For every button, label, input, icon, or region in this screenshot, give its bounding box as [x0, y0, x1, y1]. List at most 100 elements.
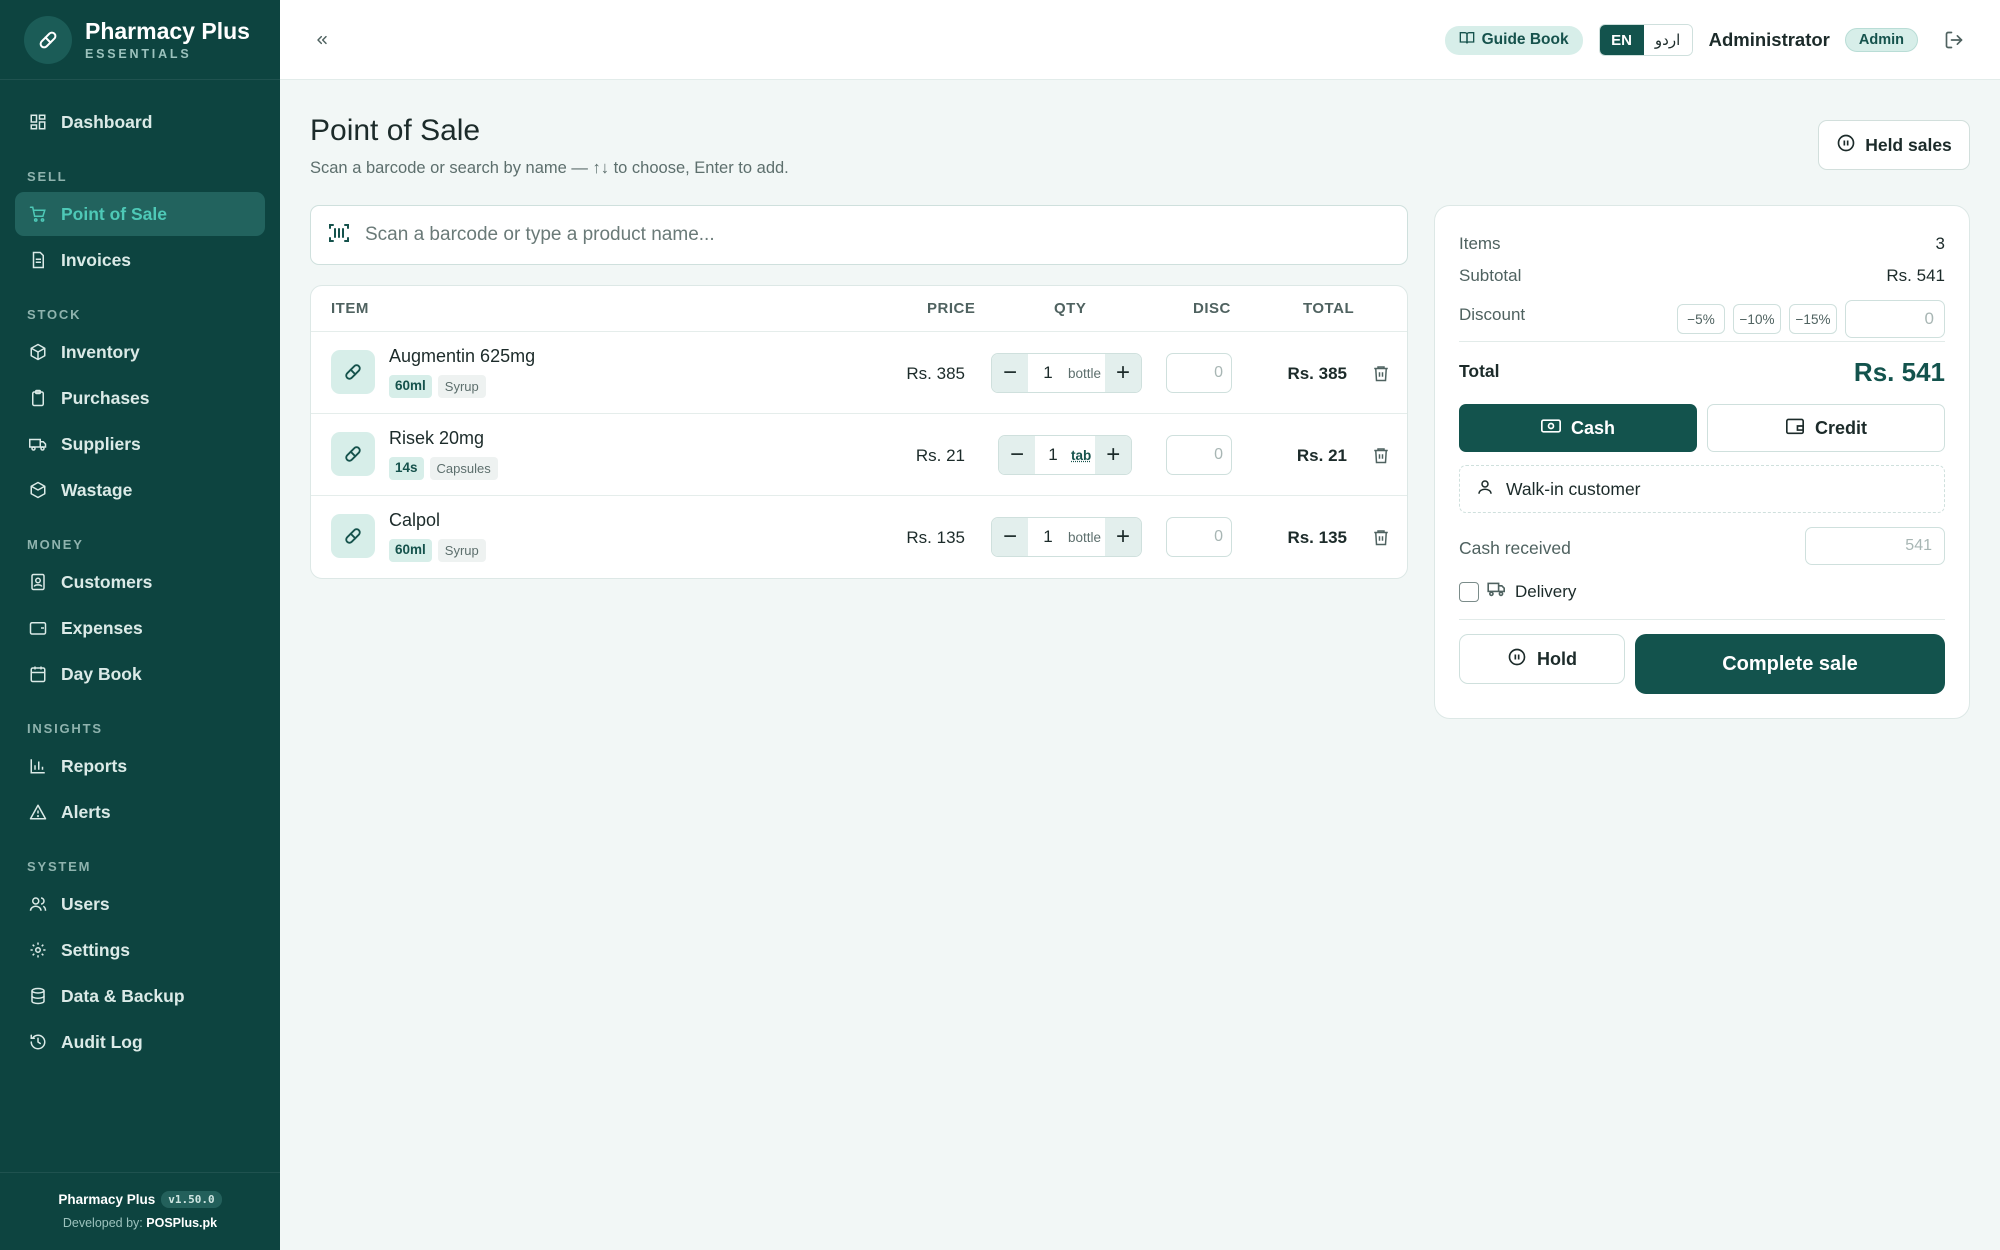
total-label: Total — [1459, 361, 1500, 381]
collapse-sidebar-icon[interactable] — [310, 28, 334, 52]
form-tag: Syrup — [437, 375, 486, 398]
sidebar-item-data-backup[interactable]: Data & Backup — [15, 974, 265, 1018]
sidebar-item-audit-log[interactable]: Audit Log — [15, 1020, 265, 1064]
sidebar-item-reports[interactable]: Reports — [15, 744, 265, 788]
logout-icon[interactable] — [1943, 29, 1965, 51]
guide-book-label: Guide Book — [1481, 31, 1569, 48]
search-input[interactable] — [365, 224, 1365, 246]
product-name: Risek 20mg — [389, 428, 485, 448]
complete-sale-button[interactable]: Complete sale — [1635, 634, 1945, 694]
header-price: PRICE — [927, 300, 976, 317]
sidebar-item-customers[interactable]: Customers — [15, 560, 265, 604]
hold-button[interactable]: Hold — [1459, 634, 1625, 684]
quantity-stepper: − 1 bottle + — [991, 517, 1143, 557]
qty-value[interactable]: 1 — [1028, 354, 1068, 392]
users-icon — [28, 894, 48, 914]
trash-icon[interactable] — [1369, 361, 1393, 385]
nav-section-stock: STOCK — [27, 307, 82, 322]
row-total: Rs. 21 — [1296, 446, 1347, 465]
cash-payment-button[interactable]: Cash — [1459, 404, 1697, 452]
header-item: ITEM — [331, 300, 369, 317]
sidebar-item-invoices[interactable]: Invoices — [15, 238, 265, 282]
cash-label: Cash — [1570, 417, 1615, 438]
decrease-qty-button[interactable]: − — [992, 354, 1028, 392]
customer-selector[interactable]: Walk-in customer — [1459, 465, 1945, 513]
nav-section-sell: SELL — [27, 169, 68, 184]
increase-qty-button[interactable]: + — [1105, 354, 1142, 392]
role-badge: Admin — [1844, 28, 1918, 52]
sidebar-item-expenses[interactable]: Expenses — [15, 606, 265, 650]
lang-ur-button[interactable]: اردو — [1643, 25, 1692, 55]
brand[interactable]: Pharmacy Plus ESSENTIALS — [0, 0, 280, 80]
wallet-icon — [1785, 417, 1805, 440]
qty-value[interactable]: 1 — [1035, 436, 1071, 474]
calendar-icon — [28, 664, 48, 684]
warning-icon — [28, 802, 48, 822]
subtotal-label: Subtotal — [1459, 266, 1522, 285]
delivery-toggle[interactable]: Delivery — [1459, 581, 1576, 602]
sidebar-item-day-book[interactable]: Day Book — [15, 652, 265, 696]
sidebar-item-point-of-sale[interactable]: Point of Sale — [15, 192, 265, 236]
sidebar-item-label: Day Book — [61, 663, 142, 684]
sidebar-item-purchases[interactable]: Purchases — [15, 376, 265, 420]
cart-header: ITEM PRICE QTY DISC TOTAL — [311, 286, 1407, 332]
cart-icon — [28, 204, 48, 224]
sidebar-item-users[interactable]: Users — [15, 882, 265, 926]
pause-circle-icon — [1836, 133, 1856, 158]
delivery-checkbox[interactable] — [1459, 581, 1479, 602]
sidebar-item-dashboard[interactable]: Dashboard — [15, 100, 265, 144]
sidebar-item-suppliers[interactable]: Suppliers — [15, 422, 265, 466]
sidebar-item-label: Wastage — [61, 479, 133, 500]
qty-unit[interactable]: tab — [1071, 436, 1095, 474]
guide-book-button[interactable]: Guide Book — [1444, 25, 1583, 55]
bill-discount-input[interactable]: 0 — [1845, 300, 1945, 338]
sidebar-item-settings[interactable]: Settings — [15, 928, 265, 972]
footer-app-name: Pharmacy Plus — [58, 1192, 156, 1207]
lang-en-button[interactable]: EN — [1599, 25, 1644, 55]
topbar: Guide Book EN اردو Administrator Admin — [280, 0, 2000, 80]
sidebar-item-label: Settings — [61, 939, 131, 960]
discount-5-chip[interactable]: −5% — [1677, 304, 1725, 334]
discount-input[interactable]: 0 — [1166, 353, 1232, 393]
held-sales-button[interactable]: Held sales — [1818, 120, 1970, 170]
footer-dev-link[interactable]: POSPlus.pk — [146, 1216, 217, 1230]
cash-received-input[interactable]: 541 — [1805, 527, 1945, 565]
barcode-scan-icon — [327, 221, 351, 250]
row-total: Rs. 385 — [1287, 364, 1347, 383]
increase-qty-button[interactable]: + — [1105, 518, 1142, 556]
decrease-qty-button[interactable]: − — [992, 518, 1028, 556]
trash-icon[interactable] — [1369, 443, 1393, 467]
row-price: Rs. 21 — [915, 446, 965, 465]
sidebar-item-inventory[interactable]: Inventory — [15, 330, 265, 374]
header-disc: DISC — [1193, 300, 1231, 317]
sidebar-item-label: Data & Backup — [61, 985, 185, 1006]
customer-label: Walk-in customer — [1506, 478, 1641, 499]
discount-15-chip[interactable]: −15% — [1789, 304, 1837, 334]
sidebar-item-wastage[interactable]: Wastage — [15, 468, 265, 512]
sidebar-item-alerts[interactable]: Alerts — [15, 790, 265, 834]
decrease-qty-button[interactable]: − — [999, 436, 1035, 474]
pause-circle-icon — [1507, 647, 1527, 672]
sidebar-item-label: Users — [61, 893, 110, 914]
sidebar-item-label: Inventory — [61, 341, 140, 362]
discount-input[interactable]: 0 — [1166, 517, 1232, 557]
divider — [1459, 341, 1945, 342]
pill-logo-icon — [24, 15, 72, 64]
form-tag: Syrup — [437, 539, 486, 562]
increase-qty-button[interactable]: + — [1095, 436, 1132, 474]
qty-unit: bottle — [1068, 365, 1102, 381]
quantity-stepper: − 1 tab + — [998, 435, 1133, 475]
discount-label: Discount — [1459, 305, 1526, 324]
truck-icon — [1487, 581, 1507, 602]
sidebar-item-label: Suppliers — [61, 433, 141, 454]
trash-icon[interactable] — [1369, 525, 1393, 549]
user-icon — [1476, 478, 1494, 501]
qty-unit: bottle — [1068, 529, 1102, 545]
subtotal-value: Rs. 541 — [1886, 266, 1945, 285]
sidebar: Pharmacy Plus ESSENTIALS Dashboard SELL … — [0, 0, 280, 1250]
row-price: Rs. 135 — [906, 528, 965, 547]
qty-value[interactable]: 1 — [1028, 518, 1068, 556]
discount-10-chip[interactable]: −10% — [1733, 304, 1781, 334]
discount-input[interactable]: 0 — [1166, 435, 1232, 475]
credit-payment-button[interactable]: Credit — [1707, 404, 1945, 452]
